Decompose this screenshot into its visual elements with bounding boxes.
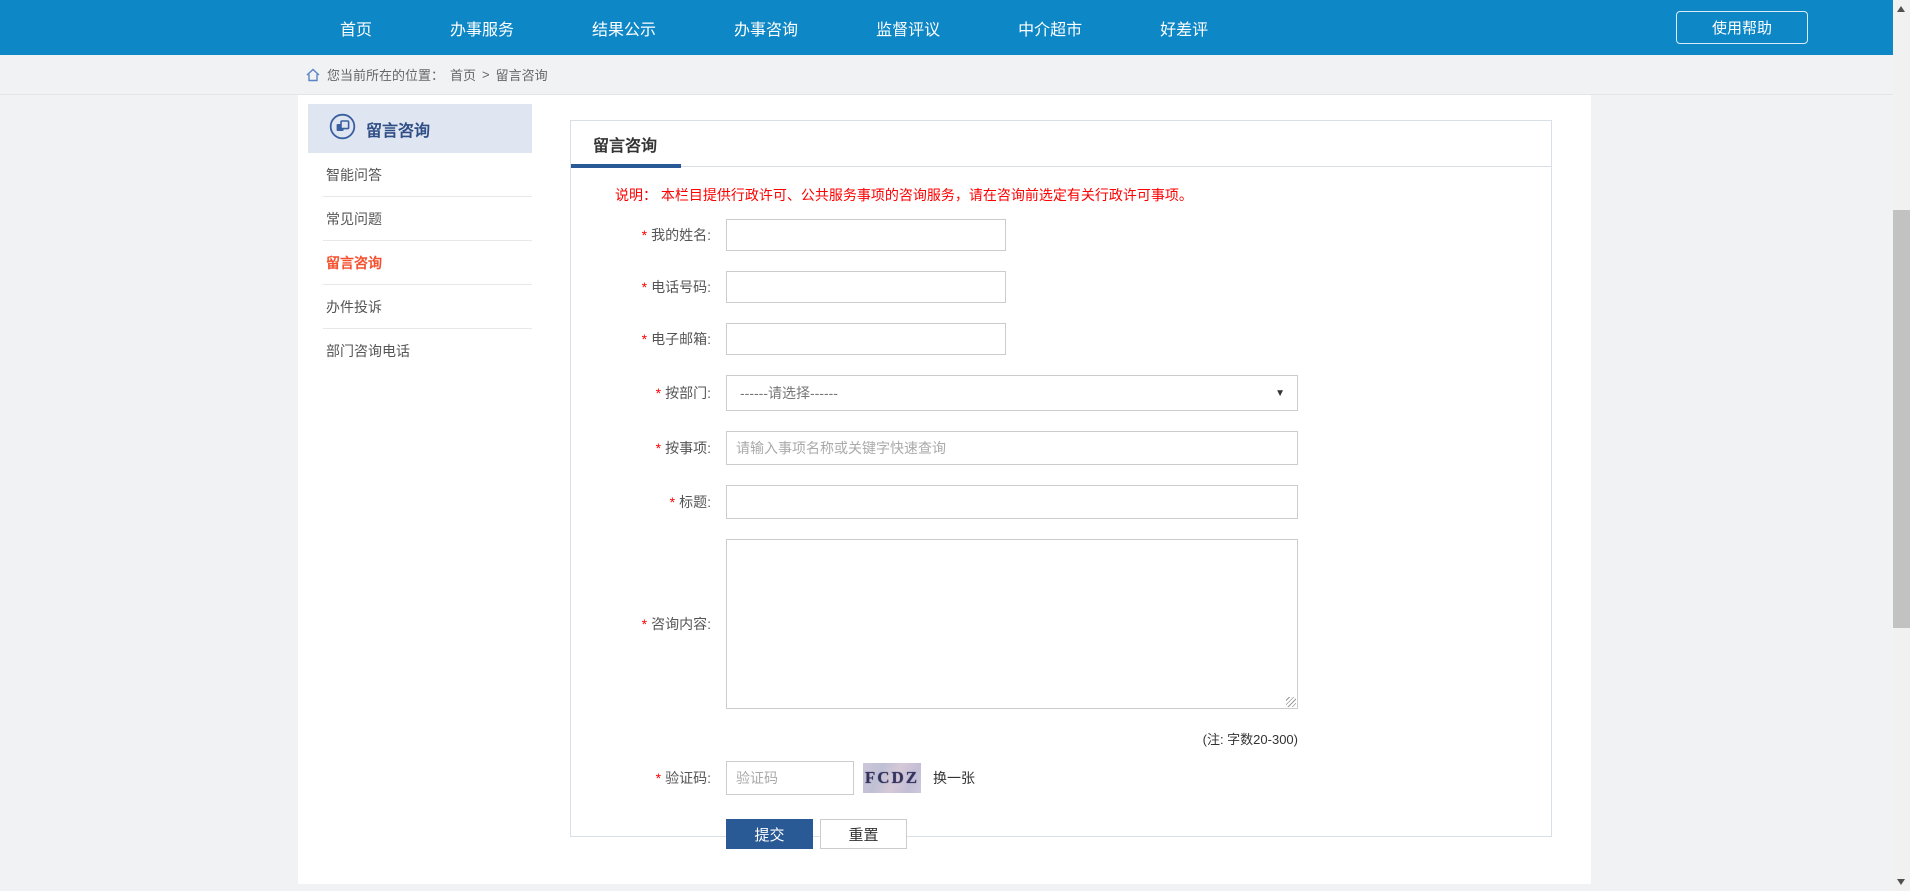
required-mark: *	[642, 616, 647, 632]
department-label: *按部门:	[571, 383, 711, 403]
content-textarea[interactable]	[726, 539, 1298, 709]
breadcrumb: 您当前所在的位置： 首页 > 留言咨询	[0, 55, 1893, 95]
required-mark: *	[656, 770, 661, 786]
sidebar-item-message-consult[interactable]: 留言咨询	[308, 241, 532, 285]
sidebar-item-faq[interactable]: 常见问题	[308, 197, 532, 241]
form-row-item: *按事项:	[571, 431, 1551, 465]
form-row-department: *按部门: ------请选择------ ▼	[571, 375, 1551, 411]
name-label: *我的姓名:	[571, 225, 711, 245]
form-row-content: *咨询内容:	[571, 539, 1551, 709]
title-label: *标题:	[571, 492, 711, 512]
content-note: (注: 字数20-300)	[571, 729, 1298, 748]
department-select[interactable]: ------请选择------ ▼	[726, 375, 1298, 411]
reset-button[interactable]: 重置	[820, 819, 907, 849]
required-mark: *	[642, 279, 647, 295]
required-mark: *	[656, 385, 661, 401]
captcha-refresh-link[interactable]: 换一张	[933, 768, 975, 788]
nav-item-consult[interactable]: 办事咨询	[734, 16, 798, 40]
email-label: *电子邮箱:	[571, 329, 711, 349]
nav-item-rating[interactable]: 好差评	[1160, 16, 1208, 40]
submit-button[interactable]: 提交	[726, 819, 813, 849]
form-row-name: *我的姓名:	[571, 219, 1551, 251]
sidebar-header: 留言咨询	[308, 104, 532, 153]
scrollbar	[1893, 0, 1910, 891]
form-row-title: *标题:	[571, 485, 1551, 519]
item-search-input[interactable]	[726, 431, 1298, 465]
button-row: 提交 重置	[571, 819, 1551, 849]
content-area: 留言咨询 智能问答 常见问题 留言咨询 办件投诉 部门咨询电话 留言咨询 说明：…	[298, 95, 1591, 884]
sidebar: 留言咨询 智能问答 常见问题 留言咨询 办件投诉 部门咨询电话	[308, 104, 532, 373]
breadcrumb-home[interactable]: 首页	[450, 65, 476, 84]
form-row-phone: *电话号码:	[571, 271, 1551, 303]
sidebar-item-smart-qa[interactable]: 智能问答	[308, 153, 532, 197]
sidebar-item-complaint[interactable]: 办件投诉	[308, 285, 532, 329]
scrollbar-up-arrow[interactable]	[1897, 6, 1905, 12]
form-row-captcha: *验证码: FCDZ 换一张	[571, 761, 1551, 795]
nav-item-supervision[interactable]: 监督评议	[876, 16, 940, 40]
nav-item-intermediary[interactable]: 中介超市	[1018, 16, 1082, 40]
scrollbar-down-arrow[interactable]	[1897, 879, 1905, 885]
scrollbar-thumb[interactable]	[1893, 210, 1910, 628]
form-notice: 说明： 本栏目提供行政许可、公共服务事项的咨询服务，请在咨询前选定有关行政许可事…	[615, 185, 1551, 205]
nav-item-results[interactable]: 结果公示	[592, 16, 656, 40]
nav-item-services[interactable]: 办事服务	[450, 16, 514, 40]
item-label: *按事项:	[571, 438, 711, 458]
required-mark: *	[642, 331, 647, 347]
captcha-image[interactable]: FCDZ	[863, 763, 921, 793]
phone-label: *电话号码:	[571, 277, 711, 297]
required-mark: *	[670, 494, 675, 510]
sidebar-title: 留言咨询	[366, 117, 430, 141]
required-mark: *	[656, 440, 661, 456]
content-label: *咨询内容:	[571, 614, 711, 634]
consult-form: *我的姓名: *电话号码: *电子邮箱: *按部门: ------请选择----…	[571, 219, 1551, 849]
captcha-label: *验证码:	[571, 768, 711, 788]
department-select-value: ------请选择------	[740, 383, 838, 403]
nav-item-home[interactable]: 首页	[340, 16, 372, 40]
tab-bar: 留言咨询	[571, 121, 1551, 167]
content-note-row: (注: 字数20-300)	[571, 729, 1551, 747]
breadcrumb-separator: >	[482, 67, 490, 82]
textarea-resize-handle[interactable]	[1286, 697, 1296, 707]
chevron-down-icon: ▼	[1275, 388, 1285, 399]
required-mark: *	[642, 227, 647, 243]
help-button[interactable]: 使用帮助	[1676, 11, 1808, 44]
tab-message-consult[interactable]: 留言咨询	[571, 121, 681, 167]
captcha-input[interactable]	[726, 761, 854, 795]
home-icon	[306, 68, 320, 82]
nav-menu: 首页 办事服务 结果公示 办事咨询 监督评议 中介超市 好差评	[0, 0, 1910, 55]
phone-input[interactable]	[726, 271, 1006, 303]
top-nav-bar: 首页 办事服务 结果公示 办事咨询 监督评议 中介超市 好差评 使用帮助	[0, 0, 1910, 55]
breadcrumb-current: 留言咨询	[496, 65, 548, 84]
breadcrumb-label: 您当前所在的位置：	[327, 65, 444, 84]
email-input[interactable]	[726, 323, 1006, 355]
main-panel: 留言咨询 说明： 本栏目提供行政许可、公共服务事项的咨询服务，请在咨询前选定有关…	[570, 120, 1552, 837]
title-input[interactable]	[726, 485, 1298, 519]
sidebar-item-dept-phone[interactable]: 部门咨询电话	[308, 329, 532, 373]
form-row-email: *电子邮箱:	[571, 323, 1551, 355]
name-input[interactable]	[726, 219, 1006, 251]
message-consult-icon	[329, 113, 356, 145]
